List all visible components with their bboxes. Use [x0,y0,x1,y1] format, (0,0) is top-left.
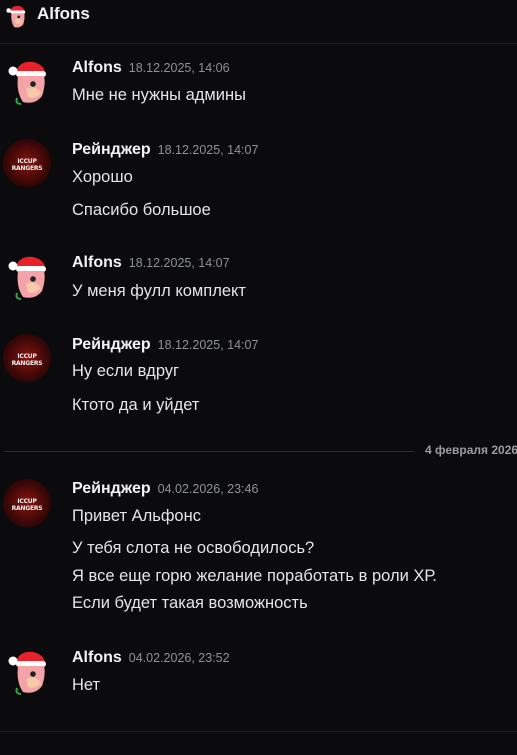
iccup-rangers-avatar[interactable]: ICCUP RANGERS [3,139,51,187]
date-divider-label: 4 февраля 2026 [425,443,517,457]
santa-bird-icon [8,256,46,300]
message-composer[interactable] [0,731,517,755]
avatar-logo-text: ICCUP RANGERS [11,498,43,512]
message-author[interactable]: Рейнджер 18.12.2025, 14:07 [72,336,258,354]
santa-bird-icon [8,61,46,105]
message-timestamp: 18.12.2025, 14:07 [157,338,259,352]
message-text: Хорошо [72,168,133,186]
message-text: У тебя слота не освободилось? [72,539,315,557]
message-timestamp: 18.12.2025, 14:07 [128,256,230,270]
santa-bird-icon [6,5,26,28]
message-timestamp: 18.12.2025, 14:06 [128,61,230,75]
message-author[interactable]: Рейнджер 04.02.2026, 23:46 [72,480,258,498]
channel-header: Alfons [0,0,517,44]
message-author[interactable]: Alfons 18.12.2025, 14:06 [72,59,230,77]
date-divider: 4 февраля 2026 [4,443,517,457]
message-text: Мне не нужны админы [72,86,246,104]
iccup-rangers-avatar[interactable]: ICCUP RANGERS [3,479,51,527]
message-timestamp: 18.12.2025, 14:07 [157,143,259,157]
avatar-logo-text: ICCUP RANGERS [11,158,43,172]
message-timestamp: 04.02.2026, 23:46 [157,482,259,496]
message-text: Спасибо большое [72,201,211,219]
santa-bird-icon [8,651,46,695]
message-author[interactable]: Рейнджер 18.12.2025, 14:07 [72,141,258,159]
message-timestamp: 04.02.2026, 23:52 [128,651,230,665]
santa-bird-avatar[interactable] [3,648,51,696]
message-author[interactable]: Alfons 18.12.2025, 14:07 [72,254,230,272]
iccup-rangers-avatar[interactable]: ICCUP RANGERS [3,334,51,382]
message-text: Привет Альфонс [72,507,201,525]
message-text: Нет [72,676,101,694]
message-text: Если будет такая возможность [72,594,308,612]
message-text: У меня фулл комплект [72,282,246,300]
divider-line [4,451,414,452]
message-text: Ктото да и уйдет [72,396,200,414]
message-text: Ну если вдруг [72,362,180,380]
message-text: Я все еще горю желание поработать в роли… [72,567,437,585]
message-author[interactable]: Alfons 04.02.2026, 23:52 [72,649,230,667]
santa-bird-avatar[interactable] [3,58,51,106]
santa-bird-avatar[interactable] [3,253,51,301]
avatar-logo-text: ICCUP RANGERS [11,353,43,367]
channel-title[interactable]: Alfons [37,4,90,24]
